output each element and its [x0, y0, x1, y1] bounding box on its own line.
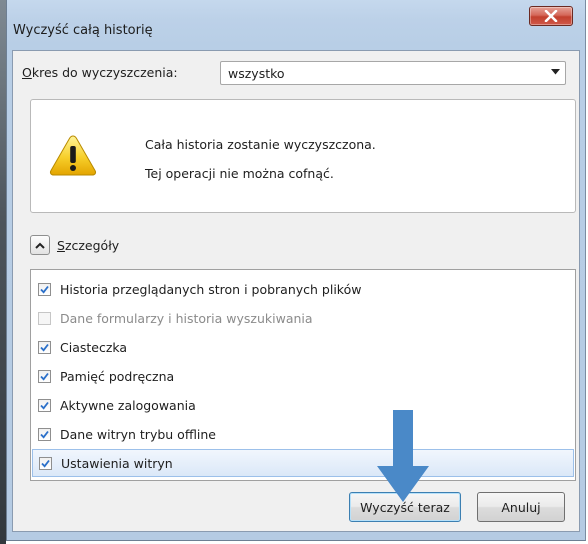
cancel-button[interactable]: Anuluj	[477, 492, 565, 522]
list-item[interactable]: Ustawienia witryn	[32, 449, 574, 477]
checkbox[interactable]	[38, 340, 51, 354]
checkbox[interactable]	[38, 369, 51, 383]
period-select-value: wszystko	[228, 65, 285, 81]
checkmark-icon	[41, 459, 50, 468]
arrow-down-icon	[377, 410, 429, 502]
period-row: Okres do wyczyszczenia:	[22, 65, 188, 80]
close-button[interactable]	[529, 6, 573, 26]
checkbox[interactable]	[38, 427, 51, 441]
chevron-down-icon	[545, 68, 565, 78]
warning-text-line-1: Cała historia zostanie wyczyszczona.	[145, 137, 376, 152]
checkmark-icon	[40, 343, 49, 352]
list-item-label: Pamięć podręczna	[60, 368, 175, 384]
list-item[interactable]: Aktywne zalogowania	[32, 392, 574, 418]
period-label: Okres do wyczyszczenia:	[22, 65, 178, 80]
close-icon	[544, 10, 558, 22]
warning-icon	[49, 135, 97, 176]
list-item: Dane formularzy i historia wyszukiwania	[32, 305, 574, 331]
list-item[interactable]: Ciasteczka	[32, 334, 574, 360]
title-bar[interactable]: Wyczyść całą historię	[7, 0, 585, 50]
list-item-label: Aktywne zalogowania	[60, 397, 196, 413]
list-item-label: Dane formularzy i historia wyszukiwania	[60, 310, 313, 326]
checkbox	[38, 311, 51, 325]
history-items-list: Historia przeglądanych stron i pobranych…	[30, 269, 576, 481]
chevron-up-icon	[35, 242, 45, 249]
checkbox[interactable]	[38, 282, 51, 296]
list-item-label: Ciasteczka	[60, 339, 128, 355]
clear-history-dialog: Wyczyść całą historię Okres do wyczyszcz…	[6, 0, 586, 541]
checkmark-icon	[40, 285, 49, 294]
list-item-label: Ustawienia witryn	[61, 455, 173, 471]
dialog-title: Wyczyść całą historię	[13, 23, 153, 38]
warning-text-line-2: Tej operacji nie można cofnąć.	[145, 166, 334, 181]
dialog-client-area: Okres do wyczyszczenia: wszystko Cała hi…	[12, 50, 580, 532]
list-item[interactable]: Dane witryn trybu offline	[32, 421, 574, 447]
warning-box: Cała historia zostanie wyczyszczona. Tej…	[30, 99, 576, 213]
list-item-label: Dane witryn trybu offline	[60, 426, 216, 442]
list-item[interactable]: Pamięć podręczna	[32, 363, 574, 389]
list-item-label: Historia przeglądanych stron i pobranych…	[60, 281, 362, 297]
details-label[interactable]: Szczegóły	[57, 238, 119, 253]
checkmark-icon	[40, 401, 49, 410]
checkmark-icon	[40, 430, 49, 439]
checkmark-icon	[40, 372, 49, 381]
list-item[interactable]: Historia przeglądanych stron i pobranych…	[32, 276, 574, 302]
details-toggle-button[interactable]	[30, 235, 50, 255]
checkbox[interactable]	[38, 398, 51, 412]
period-select[interactable]: wszystko	[220, 61, 566, 85]
checkbox[interactable]	[39, 456, 52, 470]
details-row: Szczegóły	[30, 235, 119, 255]
